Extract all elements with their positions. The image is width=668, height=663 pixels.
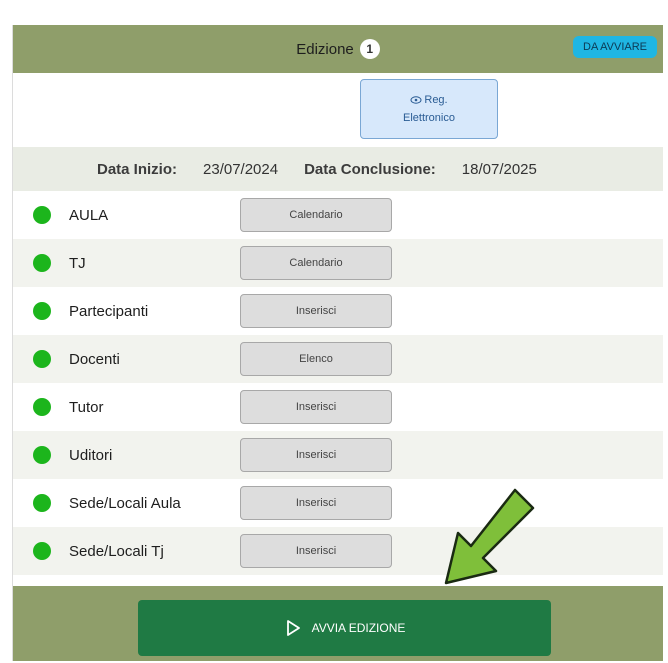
end-date-label: Data Conclusione: — [304, 160, 436, 178]
edition-count-badge: 1 — [359, 39, 380, 59]
status-badge: DA AVVIARE — [573, 36, 657, 58]
aula-calendar-button[interactable]: Calendario — [240, 198, 392, 232]
start-edition-button[interactable]: AVVIA EDIZIONE — [138, 600, 551, 656]
register-label-line1: Reg. — [410, 91, 448, 109]
electronic-register-button[interactable]: Reg. Elettronico — [360, 79, 498, 139]
row-label: TJ — [69, 254, 86, 272]
row-tutor: Tutor Inserisci — [13, 383, 663, 431]
row-partecipanti: Partecipanti Inserisci — [13, 287, 663, 335]
row-label: Partecipanti — [69, 302, 149, 320]
play-outline-icon — [286, 620, 300, 636]
register-row: Reg. Elettronico — [13, 73, 663, 147]
tutor-insert-button[interactable]: Inserisci — [240, 390, 392, 424]
register-label-text1: Reg. — [424, 94, 448, 106]
start-date-value: 23/07/2024 — [203, 160, 279, 178]
register-label-line2: Elettronico — [403, 112, 455, 124]
row-label: Sede/Locali Aula — [69, 494, 181, 512]
teachers-list-button[interactable]: Elenco — [240, 342, 392, 376]
tj-calendar-button[interactable]: Calendario — [240, 246, 392, 280]
row-sede-aula: Sede/Locali Aula Inserisci — [13, 479, 663, 527]
participants-insert-button[interactable]: Inserisci — [240, 294, 392, 328]
panel-footer: AVVIA EDIZIONE — [13, 586, 663, 661]
status-dot — [33, 446, 51, 464]
panel-title: Edizione — [296, 40, 354, 58]
tj-location-insert-button[interactable]: Inserisci — [240, 534, 392, 568]
eye-icon — [410, 96, 422, 104]
row-aula: AULA Calendario — [13, 191, 663, 239]
classroom-location-insert-button[interactable]: Inserisci — [240, 486, 392, 520]
end-date-value: 18/07/2025 — [461, 160, 537, 178]
row-label: Sede/Locali Tj — [69, 542, 164, 560]
row-tj: TJ Calendario — [13, 239, 663, 287]
status-dot — [33, 542, 51, 560]
row-uditori: Uditori Inserisci — [13, 431, 663, 479]
status-dot — [33, 302, 51, 320]
row-docenti: Docenti Elenco — [13, 335, 663, 383]
dates-row: Data Inizio: 23/07/2024 Data Conclusione… — [13, 147, 663, 191]
status-dot — [33, 206, 51, 224]
start-date-label: Data Inizio: — [97, 160, 178, 178]
status-dot — [33, 350, 51, 368]
row-label: Docenti — [69, 350, 120, 368]
status-dot — [33, 254, 51, 272]
status-dot — [33, 494, 51, 512]
auditors-insert-button[interactable]: Inserisci — [240, 438, 392, 472]
edition-panel: Edizione 1 DA AVVIARE Reg. Elettronico D… — [12, 25, 663, 661]
status-dot — [33, 398, 51, 416]
row-label: AULA — [69, 206, 109, 224]
row-label: Uditori — [69, 446, 113, 464]
row-label: Tutor — [69, 398, 104, 416]
start-edition-label: AVVIA EDIZIONE — [311, 621, 406, 635]
row-sede-tj: Sede/Locali Tj Inserisci — [13, 527, 663, 575]
panel-header: Edizione 1 DA AVVIARE — [13, 25, 663, 73]
